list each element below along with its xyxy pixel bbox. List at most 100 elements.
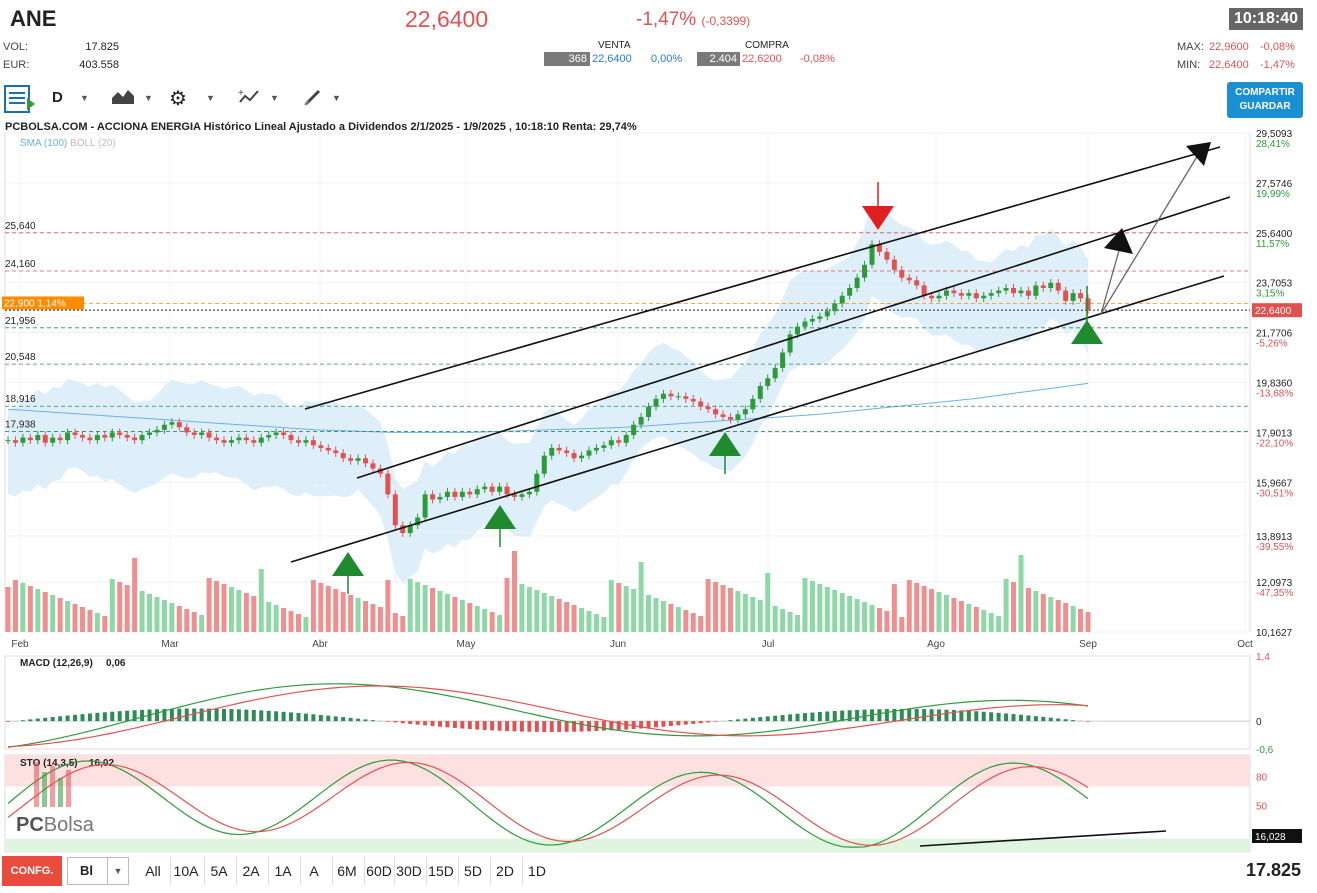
macd-histogram-bar bbox=[780, 715, 785, 722]
volume-bar bbox=[579, 608, 585, 632]
candle-body bbox=[631, 424, 637, 436]
candle-body bbox=[42, 435, 48, 443]
range-button-10a[interactable]: 10A bbox=[170, 857, 201, 885]
candle-body bbox=[273, 432, 279, 436]
range-button-2d[interactable]: 2D bbox=[490, 857, 519, 885]
candle-body bbox=[809, 318, 815, 322]
volume-bar bbox=[586, 611, 592, 632]
candle-body bbox=[832, 303, 838, 312]
candle-body bbox=[154, 429, 160, 433]
candle-body bbox=[683, 396, 689, 399]
arrow-up-marker bbox=[332, 552, 364, 576]
macd-histogram-bar bbox=[817, 711, 822, 722]
volume-bar bbox=[526, 587, 532, 632]
projection-arrowhead bbox=[1186, 142, 1211, 166]
volume-bar bbox=[847, 596, 853, 632]
range-button-15d[interactable]: 15D bbox=[426, 857, 455, 885]
macd-histogram-bar bbox=[393, 721, 398, 723]
candle-body bbox=[467, 491, 473, 495]
macd-histogram-bar bbox=[348, 717, 353, 722]
candle-body bbox=[713, 409, 719, 415]
sto-tick: 80 bbox=[1256, 772, 1268, 783]
candle-body bbox=[214, 437, 220, 441]
macd-histogram-bar bbox=[832, 711, 837, 722]
volume-bar bbox=[228, 587, 234, 632]
volume-bar bbox=[147, 594, 153, 632]
macd-histogram-bar bbox=[594, 721, 599, 732]
candle-body bbox=[430, 494, 436, 500]
candle-body bbox=[623, 435, 629, 443]
candle-body bbox=[668, 393, 674, 397]
volume-bar bbox=[988, 613, 994, 632]
range-button-a[interactable]: A bbox=[300, 857, 327, 885]
macd-histogram-bar bbox=[773, 715, 778, 722]
candle-body bbox=[132, 437, 138, 441]
y-tick-pct: 19,99% bbox=[1256, 189, 1290, 200]
volume-bar bbox=[251, 596, 257, 632]
macd-histogram-bar bbox=[810, 712, 815, 722]
macd-histogram-bar bbox=[140, 709, 145, 722]
range-button-5a[interactable]: 5A bbox=[204, 857, 233, 885]
range-button-2a[interactable]: 2A bbox=[236, 857, 265, 885]
candle-body bbox=[452, 491, 458, 497]
range-button-30d[interactable]: 30D bbox=[394, 857, 423, 885]
price-panel: 29,509328,41%27,574619,99%25,640011,57%2… bbox=[2, 129, 1302, 650]
candle-body bbox=[653, 398, 659, 407]
candle-body bbox=[757, 386, 763, 399]
volume-bar bbox=[474, 606, 480, 632]
macd-histogram-bar bbox=[80, 714, 85, 722]
macd-histogram-bar bbox=[73, 714, 78, 722]
range-button-60d[interactable]: 60D bbox=[364, 857, 393, 885]
candle-body bbox=[943, 290, 949, 296]
config-button[interactable]: CONFG. bbox=[2, 856, 62, 886]
volume-bar bbox=[653, 598, 659, 632]
volume-bar bbox=[713, 582, 719, 632]
volume-bar bbox=[407, 579, 413, 632]
candle-body bbox=[951, 290, 957, 294]
candle-body bbox=[958, 293, 964, 296]
volume-bar bbox=[593, 614, 599, 632]
candle-body bbox=[1011, 287, 1017, 294]
volume-bar bbox=[169, 603, 175, 632]
candle-body bbox=[303, 440, 309, 443]
macd-histogram-bar bbox=[236, 709, 241, 722]
range-button-1a[interactable]: 1A bbox=[268, 857, 297, 885]
candle-body bbox=[914, 280, 920, 286]
candle-body bbox=[727, 416, 733, 420]
macd-histogram-bar bbox=[296, 712, 301, 722]
macd-histogram-bar bbox=[415, 721, 420, 725]
range-button-6m[interactable]: 6M bbox=[332, 857, 361, 885]
volume-bar bbox=[214, 581, 220, 632]
volume-bar bbox=[660, 601, 666, 632]
volume-bar bbox=[243, 593, 249, 632]
range-button-all[interactable]: All bbox=[140, 857, 166, 885]
chart-area[interactable]: 29,509328,41%27,574619,99%25,640011,57%2… bbox=[0, 0, 1317, 856]
macd-histogram-bar bbox=[1048, 717, 1053, 722]
volume-bar bbox=[817, 584, 823, 632]
macd-histogram-bar bbox=[974, 711, 979, 722]
chevron-down-icon[interactable]: ▼ bbox=[107, 858, 128, 884]
range-button-5d[interactable]: 5D bbox=[458, 857, 487, 885]
candle-body bbox=[444, 491, 450, 497]
candle-body bbox=[258, 437, 264, 443]
candle-body bbox=[310, 440, 316, 446]
candle-body bbox=[593, 447, 599, 451]
volume-bar bbox=[303, 617, 309, 632]
macd-histogram-bar bbox=[490, 721, 495, 731]
projection-arrowhead bbox=[1104, 228, 1133, 254]
range-button-1d[interactable]: 1D bbox=[522, 857, 551, 885]
candle-body bbox=[884, 251, 890, 260]
candle-body bbox=[124, 435, 130, 438]
candle-body bbox=[392, 494, 398, 526]
mode-select[interactable]: Bl ▼ bbox=[67, 857, 129, 885]
sto-oversold-zone bbox=[5, 838, 1250, 852]
volume-bar bbox=[936, 592, 942, 632]
candle-body bbox=[690, 398, 696, 402]
volume-bar bbox=[191, 612, 197, 632]
macd-histogram-bar bbox=[467, 721, 472, 730]
volume-bar bbox=[839, 593, 845, 632]
macd-histogram-bar bbox=[996, 712, 1001, 722]
candle-body bbox=[847, 287, 853, 296]
volume-bar bbox=[1070, 606, 1076, 632]
macd-histogram-bar bbox=[512, 721, 517, 732]
